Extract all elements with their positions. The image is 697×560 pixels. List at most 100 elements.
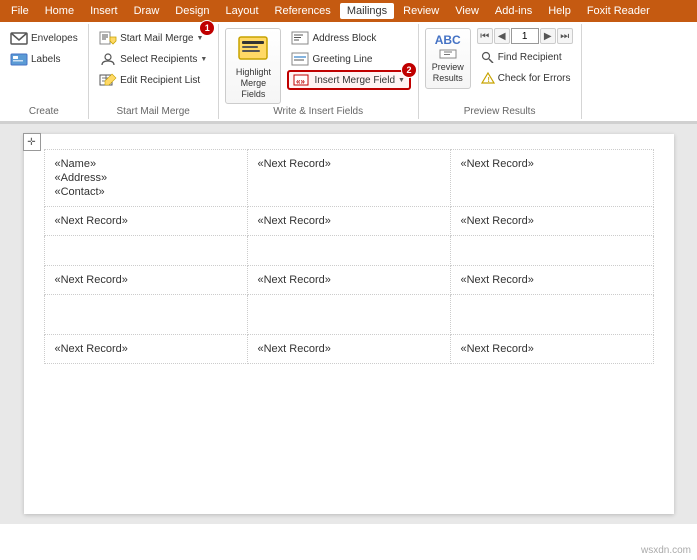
merge-field-next-2: «Next Record» <box>461 158 534 170</box>
cell-group-1: «Name» «Address» «Contact» <box>55 158 237 198</box>
table-cell: «Next Record» <box>247 335 450 364</box>
table-cell <box>247 236 450 266</box>
ribbon-group-preview-results: ABC Preview Results <box>419 24 582 119</box>
merge-field-contact: «Contact» <box>55 186 237 198</box>
write-insert-label: Write & Insert Fields <box>273 104 363 117</box>
menu-draw[interactable]: Draw <box>127 3 167 19</box>
prev-page-button[interactable]: ◀ <box>494 28 510 44</box>
menu-references[interactable]: References <box>268 3 338 19</box>
start-merge-buttons: Start Mail Merge ▼ 1 Select Recipients ▼ <box>95 28 211 104</box>
start-merge-chevron: ▼ <box>196 35 203 42</box>
menu-bar: File Home Insert Draw Design Layout Refe… <box>0 0 697 22</box>
address-block-button[interactable]: Address Block <box>287 28 411 48</box>
merge-field-next-1: «Next Record» <box>258 158 331 170</box>
start-mail-merge-button[interactable]: Start Mail Merge ▼ 1 <box>95 28 211 48</box>
menu-insert[interactable]: Insert <box>83 3 125 19</box>
select-recipients-button[interactable]: Select Recipients ▼ <box>95 49 211 69</box>
insert-merge-field-button[interactable]: «» Insert Merge Field ▼ 2 <box>287 70 411 90</box>
start-mail-merge-label: Start Mail Merge <box>117 104 190 117</box>
edit-recipients-icon <box>99 73 117 87</box>
table-cell: «Next Record» <box>247 266 450 295</box>
table-row <box>44 295 653 335</box>
watermark: wsxdn.com <box>641 545 691 556</box>
table-cell: «Next Record» <box>450 335 653 364</box>
menu-foxit[interactable]: Foxit Reader <box>580 3 657 19</box>
preview-nav-col: ⏮ ◀ ▶ ⏭ Find Recipient <box>477 28 575 88</box>
page-navigation: ⏮ ◀ ▶ ⏭ <box>477 28 575 44</box>
insert-field-chevron: ▼ <box>398 77 405 84</box>
last-page-button[interactable]: ⏭ <box>557 28 573 44</box>
select-recipients-icon <box>99 52 117 66</box>
start-merge-icon <box>99 31 117 45</box>
svg-text:!: ! <box>487 77 489 84</box>
highlight-merge-fields-button[interactable]: Highlight Merge Fields <box>225 28 281 104</box>
create-buttons: Envelopes Labels <box>6 28 82 104</box>
table-cell: «Name» «Address» «Contact» <box>44 150 247 207</box>
address-block-icon <box>291 31 309 45</box>
table-row <box>44 236 653 266</box>
menu-design[interactable]: Design <box>168 3 216 19</box>
svg-text:«»: «» <box>296 77 305 86</box>
check-for-errors-button[interactable]: ! Check for Errors <box>477 68 575 88</box>
menu-addins[interactable]: Add-ins <box>488 3 539 19</box>
table-cell: «Next Record» <box>450 150 653 207</box>
merge-field-next-6: «Next Record» <box>55 274 128 286</box>
document-area: ✛ «Name» «Address» «Contact» «Next Recor… <box>0 124 697 524</box>
merge-field-next-3: «Next Record» <box>55 215 128 227</box>
ribbon-group-create: Envelopes Labels Create <box>0 24 89 119</box>
table-row: «Next Record» «Next Record» «Next Record… <box>44 335 653 364</box>
first-page-button[interactable]: ⏮ <box>477 28 493 44</box>
merge-field-next-5: «Next Record» <box>461 215 534 227</box>
badge-one: 1 <box>199 20 215 36</box>
table-cell: «Next Record» <box>450 266 653 295</box>
merge-field-next-7: «Next Record» <box>258 274 331 286</box>
envelopes-button[interactable]: Envelopes <box>6 28 82 48</box>
menu-mailings[interactable]: Mailings <box>340 3 394 19</box>
label-icon <box>10 52 28 66</box>
merge-field-next-11: «Next Record» <box>461 343 534 355</box>
check-errors-icon: ! <box>481 72 495 84</box>
menu-home[interactable]: Home <box>38 3 81 19</box>
table-cell: «Next Record» <box>247 150 450 207</box>
table-row: «Next Record» «Next Record» «Next Record… <box>44 207 653 236</box>
table-cell <box>247 295 450 335</box>
table-cell: «Next Record» <box>44 266 247 295</box>
preview-results-button[interactable]: ABC Preview Results <box>425 28 471 89</box>
table-row: «Name» «Address» «Contact» «Next Record»… <box>44 150 653 207</box>
merge-field-next-10: «Next Record» <box>258 343 331 355</box>
move-handle[interactable]: ✛ <box>23 133 41 151</box>
find-recipient-icon <box>481 51 495 63</box>
write-insert-col: Address Block Greeting Line <box>287 28 411 90</box>
write-insert-buttons: Highlight Merge Fields Address Block <box>225 28 411 104</box>
create-col: Envelopes Labels <box>6 28 82 69</box>
next-page-button[interactable]: ▶ <box>540 28 556 44</box>
menu-review[interactable]: Review <box>396 3 446 19</box>
table-cell: «Next Record» <box>44 335 247 364</box>
menu-help[interactable]: Help <box>541 3 578 19</box>
table-cell: «Next Record» <box>450 207 653 236</box>
table-cell <box>450 236 653 266</box>
ribbon-group-write-insert: Highlight Merge Fields Address Block <box>219 24 419 119</box>
menu-view[interactable]: View <box>448 3 486 19</box>
table-cell <box>450 295 653 335</box>
table-cell: «Next Record» <box>247 207 450 236</box>
menu-file[interactable]: File <box>4 3 36 19</box>
merge-field-next-4: «Next Record» <box>258 215 331 227</box>
start-merge-col: Start Mail Merge ▼ 1 Select Recipients ▼ <box>95 28 211 90</box>
merge-field-next-8: «Next Record» <box>461 274 534 286</box>
page-number-input[interactable] <box>511 28 539 44</box>
badge-two: 2 <box>401 62 417 78</box>
ribbon-group-start-mail-merge: Start Mail Merge ▼ 1 Select Recipients ▼ <box>89 24 219 119</box>
edit-recipient-list-button[interactable]: Edit Recipient List <box>95 70 211 90</box>
ribbon: Envelopes Labels Create <box>0 22 697 124</box>
menu-layout[interactable]: Layout <box>219 3 266 19</box>
abc-icon: ABC <box>435 33 461 47</box>
labels-button[interactable]: Labels <box>6 49 82 69</box>
highlight-fields-icon <box>237 33 269 65</box>
merge-field-name: «Name» <box>55 158 237 170</box>
table-cell: «Next Record» <box>44 207 247 236</box>
greeting-line-icon <box>291 52 309 66</box>
select-recipients-chevron: ▼ <box>200 56 207 63</box>
find-recipient-button[interactable]: Find Recipient <box>477 47 575 67</box>
greeting-line-button[interactable]: Greeting Line <box>287 49 411 69</box>
